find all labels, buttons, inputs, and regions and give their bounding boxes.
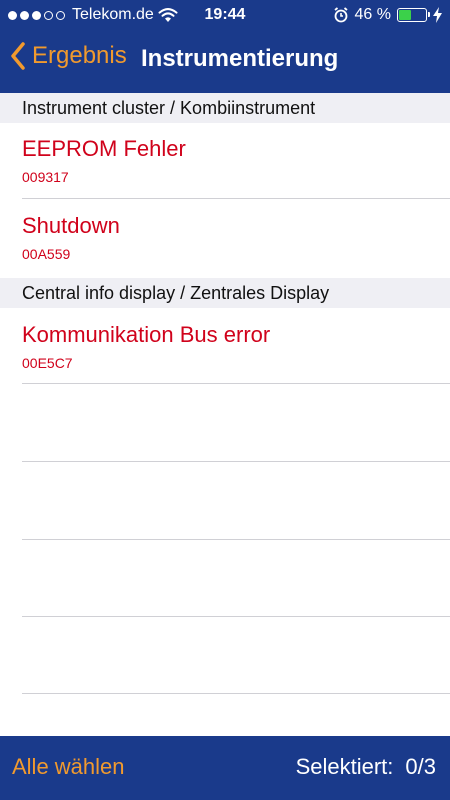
fault-title: Shutdown (22, 213, 120, 238)
row-separator (22, 198, 450, 199)
fault-item-shutdown[interactable]: Shutdown 00A559 (0, 201, 450, 279)
charging-bolt-icon (433, 7, 442, 23)
fault-title: EEPROM Fehler (22, 136, 186, 161)
top-bar: Telekom.de 19:44 46 % Ergebnis Instrumen… (0, 0, 450, 94)
navigation-bar: Ergebnis Instrumentierung (0, 36, 450, 84)
row-separator (22, 383, 450, 384)
bottom-toolbar: Alle wählen Selektiert: 0/3 (0, 736, 450, 800)
row-separator (22, 693, 450, 694)
fault-title: Kommunikation Bus error (22, 322, 271, 347)
battery-percent: 46 % (354, 6, 391, 23)
fault-item-eeprom[interactable]: EEPROM Fehler 009317 (0, 124, 450, 202)
selection-counter: Selektiert: 0/3 (296, 754, 436, 780)
select-all-button[interactable]: Alle wählen (12, 754, 125, 780)
back-button-label: Ergebnis (32, 42, 127, 69)
section-header-central-display: Central info display / Zentrales Display (0, 278, 450, 308)
fault-code: 00A559 (22, 246, 71, 262)
fault-code: 00E5C7 (22, 355, 73, 371)
status-bar: Telekom.de 19:44 46 % (0, 0, 450, 32)
row-separator (22, 616, 450, 617)
fault-item-bus-error[interactable]: Kommunikation Bus error 00E5C7 (0, 310, 450, 388)
status-right: 46 % (333, 6, 442, 24)
page-title: Instrumentierung (141, 45, 339, 72)
fault-code: 009317 (22, 169, 69, 185)
row-separator (22, 461, 450, 462)
selected-value: 0/3 (405, 754, 436, 779)
battery-fill (399, 10, 411, 20)
back-button[interactable]: Ergebnis (10, 42, 127, 70)
alarm-clock-icon (333, 7, 348, 23)
chevron-left-icon (11, 42, 25, 70)
row-separator (22, 539, 450, 540)
selected-label: Selektiert: (295, 754, 394, 779)
section-header-instrument-cluster: Instrument cluster / Kombiinstrument (0, 93, 450, 123)
battery-icon (397, 8, 430, 22)
